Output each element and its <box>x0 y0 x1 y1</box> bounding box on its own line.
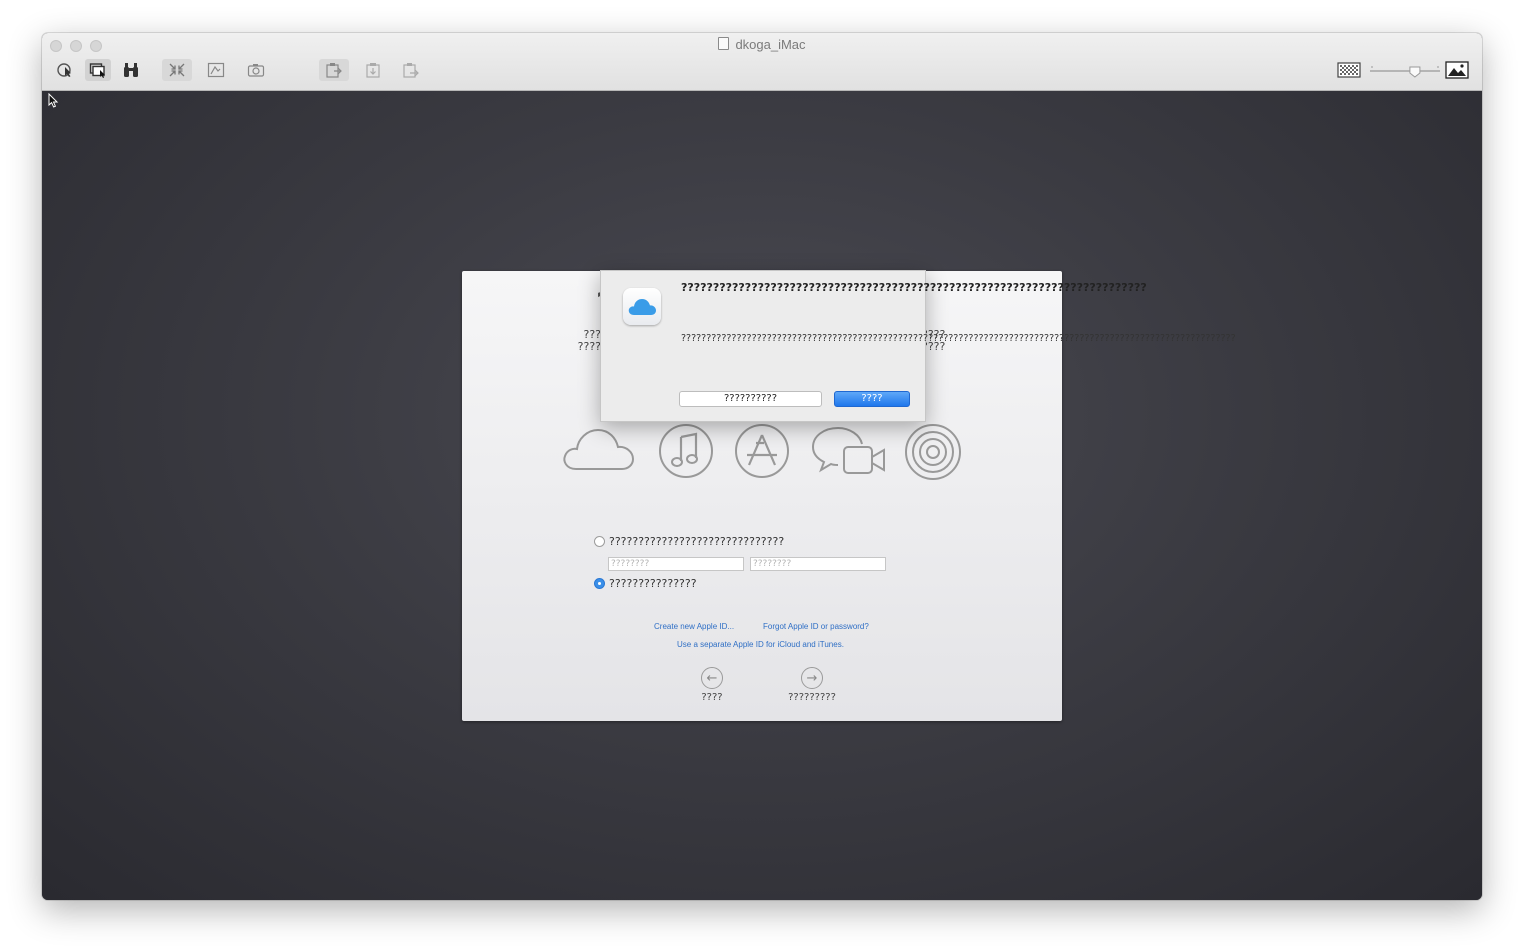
itunes-icon <box>659 424 713 478</box>
title-bar[interactable]: dkoga_iMac <box>42 33 1482 91</box>
apple-id-field[interactable]: ???????? <box>608 557 744 571</box>
option-skip-label: ??????????????? <box>609 577 697 590</box>
create-apple-id-link[interactable]: Create new Apple ID... <box>654 622 734 631</box>
app-store-icon <box>735 424 789 478</box>
continue-label: ????????? <box>788 692 836 703</box>
screen-sharing-window: dkoga_iMac ??? ???? ???? ???? ??????????… <box>42 33 1482 900</box>
scale-slider[interactable] <box>1368 59 1442 81</box>
small-scale-icon[interactable] <box>1336 59 1362 81</box>
mouse-cursor-icon <box>48 93 59 108</box>
icloud-icon <box>563 428 635 470</box>
window-title-text: dkoga_iMac <box>735 37 806 52</box>
back-label: ???? <box>701 692 723 703</box>
subtitle-left-line2: ???? <box>577 340 601 353</box>
subtitle-left-line1: ??? <box>583 328 601 341</box>
back-arrow-icon: ← <box>701 667 723 689</box>
window-title: dkoga_iMac <box>42 37 1482 52</box>
separate-apple-id-link[interactable]: Use a separate Apple ID for iCloud and i… <box>677 640 844 649</box>
option-signin-label: ?????????????????????????????? <box>609 535 785 548</box>
game-center-icon <box>905 424 961 480</box>
back-button[interactable]: ← ???? <box>682 667 742 703</box>
pointer-tool-icon[interactable] <box>53 59 79 81</box>
dialog-secondary-button[interactable]: ?????????? <box>679 391 822 407</box>
screenshot-icon[interactable] <box>242 59 270 81</box>
share-clipboard-icon[interactable] <box>319 59 349 81</box>
option-skip[interactable]: ??????????????? <box>594 577 697 590</box>
dialog-message: ????????????????????????????????????????… <box>681 334 1236 344</box>
binoculars-icon[interactable] <box>118 59 144 81</box>
large-scale-icon[interactable] <box>1444 59 1470 81</box>
fullscreen-icon[interactable] <box>202 59 230 81</box>
messages-facetime-icon <box>811 427 885 474</box>
continue-button[interactable]: → ????????? <box>762 667 862 703</box>
password-field[interactable]: ???????? <box>750 557 886 571</box>
document-icon <box>718 37 730 50</box>
option-signin[interactable]: ?????????????????????????????? <box>594 535 784 548</box>
fit-screen-icon[interactable] <box>162 59 192 81</box>
signin-radio[interactable] <box>594 536 605 547</box>
remote-desktop[interactable]: ???? ?????????? ???? ??? ???? ???? ???? … <box>42 91 1482 900</box>
window-select-icon[interactable] <box>85 59 111 81</box>
icloud-app-icon <box>623 288 661 325</box>
copy-clipboard-icon[interactable] <box>359 59 387 81</box>
continue-arrow-icon: → <box>801 667 823 689</box>
forgot-apple-id-link[interactable]: Forgot Apple ID or password? <box>763 622 869 631</box>
dialog-primary-button[interactable]: ???? <box>834 391 910 407</box>
icloud-alert-dialog: ????????????????????????????????????????… <box>600 270 1236 422</box>
skip-radio[interactable] <box>594 578 605 589</box>
paste-clipboard-icon[interactable] <box>397 59 425 81</box>
dialog-title: ????????????????????????????????????????… <box>681 281 1147 294</box>
